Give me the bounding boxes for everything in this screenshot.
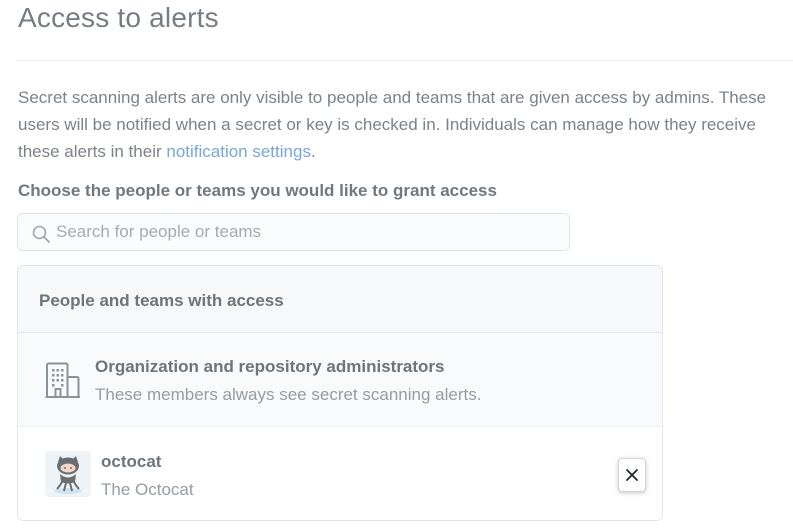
description-end: .: [310, 142, 316, 161]
remove-user-button[interactable]: [618, 458, 646, 492]
access-to-alerts-page: Access to alerts Secret scanning alerts …: [0, 0, 793, 529]
notification-settings-link[interactable]: notification settings: [166, 142, 311, 161]
title-divider: [18, 60, 793, 61]
description-text: Secret scanning alerts are only visible …: [18, 88, 767, 161]
page-title: Access to alerts: [18, 2, 219, 33]
user-row: octocat The Octocat: [18, 427, 662, 520]
admins-title: Organization and repository administrato…: [95, 357, 445, 376]
avatar: [45, 451, 91, 497]
search-box[interactable]: [17, 213, 570, 251]
octocat-icon: [45, 451, 91, 497]
access-list-header: People and teams with access: [18, 266, 662, 333]
access-list-panel: People and teams with access Organizatio…: [17, 265, 663, 521]
search-input[interactable]: [56, 214, 556, 250]
organization-icon: [45, 362, 80, 398]
user-login: octocat: [101, 452, 162, 471]
close-icon: [626, 469, 638, 481]
description: Secret scanning alerts are only visible …: [18, 84, 788, 165]
user-full-name: The Octocat: [101, 480, 194, 499]
search-icon: [32, 225, 50, 243]
access-list-title: People and teams with access: [39, 291, 284, 310]
grant-access-label: Choose the people or teams you would lik…: [18, 181, 497, 200]
admins-subtitle: These members always see secret scanning…: [95, 385, 482, 404]
admins-row: Organization and repository administrato…: [18, 333, 662, 427]
